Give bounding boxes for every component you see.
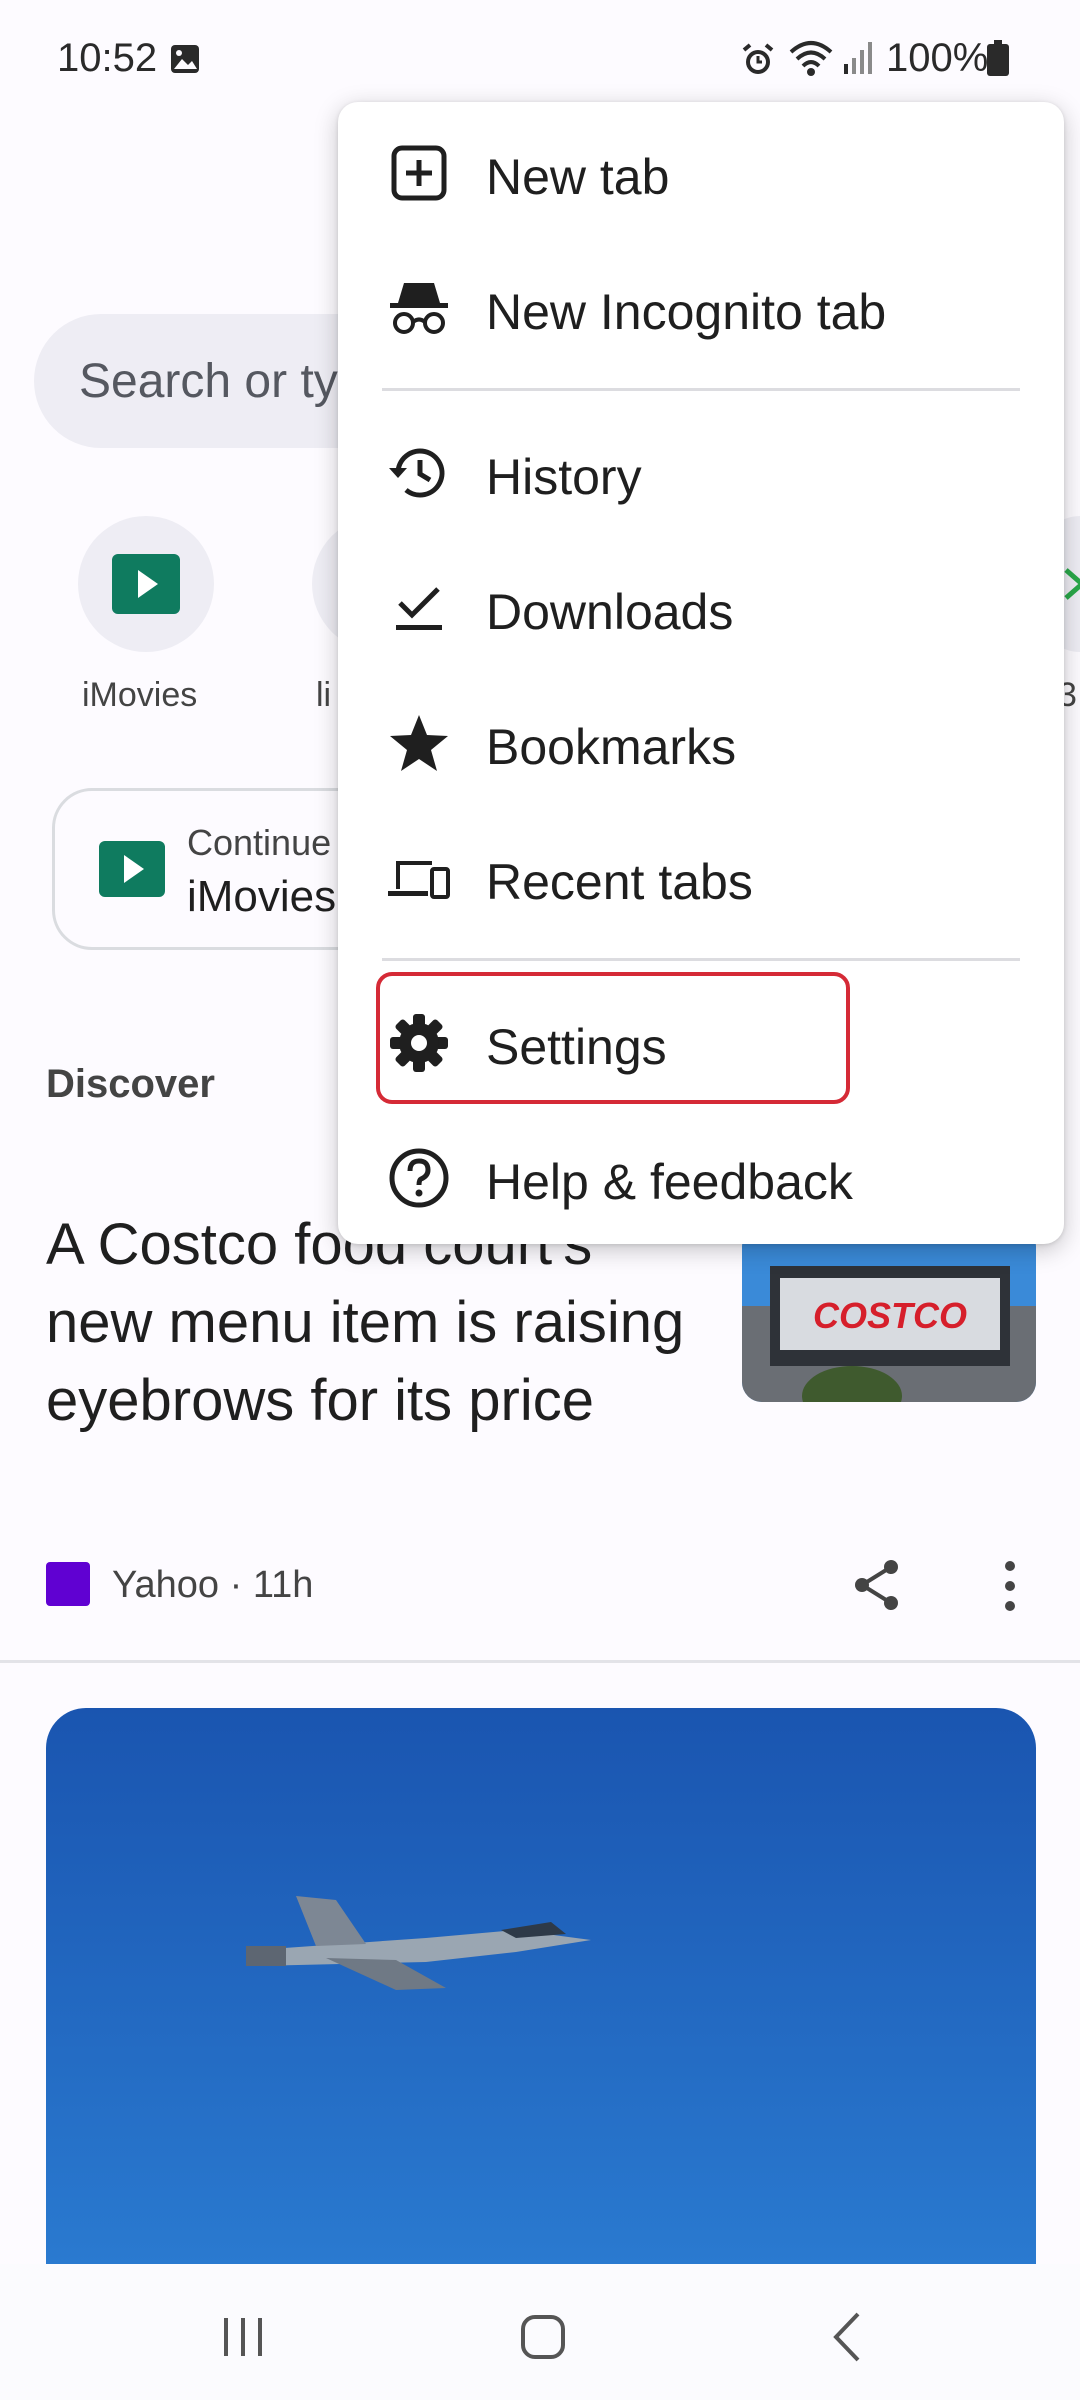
article-thumbnail[interactable]: COSTCO <box>742 1226 1036 1402</box>
help-icon <box>389 1148 449 1208</box>
shortcut-label-imovies: iMovies <box>82 676 198 714</box>
home-icon[interactable] <box>520 2312 566 2362</box>
yahoo-logo <box>46 1562 90 1606</box>
continue-line2: iMovies <box>187 872 337 921</box>
signal-icon <box>844 42 872 74</box>
alarm-icon <box>742 43 774 74</box>
search-placeholder: Search or ty <box>79 355 338 408</box>
incognito-icon <box>390 283 448 334</box>
shortcut-tile-imovies[interactable] <box>78 516 214 652</box>
feed-divider <box>0 1660 1080 1663</box>
menu-label-downloads: Downloads <box>486 584 734 640</box>
recents-icon[interactable] <box>220 2316 266 2358</box>
article-image[interactable] <box>46 1708 1036 2268</box>
new-tab-icon <box>391 145 447 201</box>
devices-icon <box>388 861 450 899</box>
settings-highlight-box <box>376 972 850 1104</box>
costco-sign: COSTCO <box>813 1295 967 1336</box>
play-icon <box>112 554 180 614</box>
history-icon <box>389 448 445 498</box>
battery-icon <box>987 40 1009 76</box>
wifi-icon <box>789 41 833 76</box>
menu-label-new-incognito-tab: New Incognito tab <box>486 284 887 340</box>
status-time: 10:52 <box>57 36 158 80</box>
star-icon <box>390 715 448 771</box>
article-source: Yahoo · 11h <box>112 1564 314 1606</box>
battery-percent: 100% <box>886 36 989 80</box>
menu-label-bookmarks: Bookmarks <box>486 719 737 775</box>
menu-item-recent-tabs[interactable]: Recent tabs <box>338 813 1064 943</box>
menu-label-recent-tabs: Recent tabs <box>486 854 753 910</box>
menu-item-help-feedback[interactable]: Help & feedback <box>338 1113 1064 1243</box>
menu-label-history: History <box>486 449 642 505</box>
menu-item-new-incognito-tab[interactable]: New Incognito tab <box>338 243 1064 373</box>
back-icon[interactable] <box>830 2310 864 2364</box>
share-icon[interactable] <box>852 1558 902 1612</box>
menu-item-downloads[interactable]: Downloads <box>338 543 1064 673</box>
more-vert-icon[interactable] <box>998 1560 1022 1612</box>
downloads-icon <box>396 587 442 630</box>
menu-label-help-feedback: Help & feedback <box>486 1154 853 1210</box>
menu-label-new-tab: New tab <box>486 149 670 205</box>
menu-item-history[interactable]: History <box>338 408 1064 538</box>
discover-heading: Discover <box>46 1062 215 1106</box>
menu-item-new-tab[interactable]: New tab <box>338 108 1064 238</box>
menu-divider <box>382 388 1020 391</box>
menu-item-bookmarks[interactable]: Bookmarks <box>338 678 1064 808</box>
play-icon <box>99 841 165 897</box>
menu-divider <box>382 958 1020 961</box>
continue-line1: Continue <box>187 822 332 863</box>
gallery-icon <box>171 45 199 73</box>
